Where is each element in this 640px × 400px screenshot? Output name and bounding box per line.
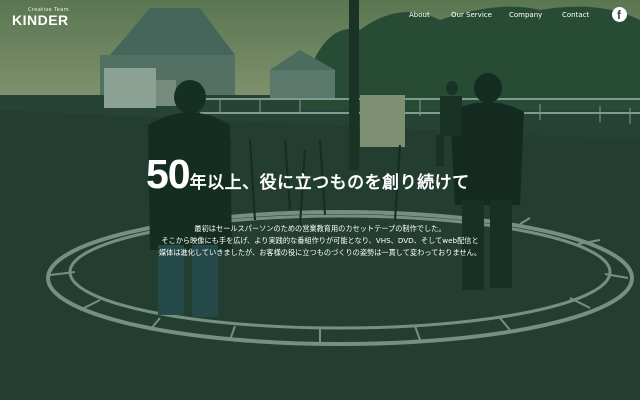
main-nav: About Our Service Company Contact — [0, 11, 640, 23]
facebook-glyph: f — [617, 8, 621, 22]
nav-company[interactable]: Company — [509, 11, 542, 19]
description-line: 最初はセールスパーソンのための営業教育用のカセットテープの制作でした。 — [194, 224, 446, 233]
hero-description: 最初はセールスパーソンのための営業教育用のカセットテープの制作でした。 そこから… — [120, 223, 520, 259]
nav-our-service[interactable]: Our Service — [451, 11, 492, 19]
hero-color-overlay — [0, 0, 640, 400]
nav-about[interactable]: About — [409, 11, 430, 19]
description-line: そこから映像にも手を広げ、より実践的な番組作りが可能となり、VHS、DVD、そし… — [161, 236, 479, 245]
description-line: 媒体は進化していきましたが、お客様の役に立つものづくりの姿勢は一貫して変わってお… — [158, 248, 482, 257]
headline-text: 年以上、役に立つものを創り続けて — [189, 173, 470, 193]
headline-number: 50 — [146, 151, 191, 197]
facebook-icon[interactable]: f — [612, 7, 627, 22]
nav-contact[interactable]: Contact — [562, 11, 589, 19]
hero-section — [0, 0, 640, 400]
hero-headline: 50年以上、役に立つものを創り続けて — [146, 151, 470, 198]
